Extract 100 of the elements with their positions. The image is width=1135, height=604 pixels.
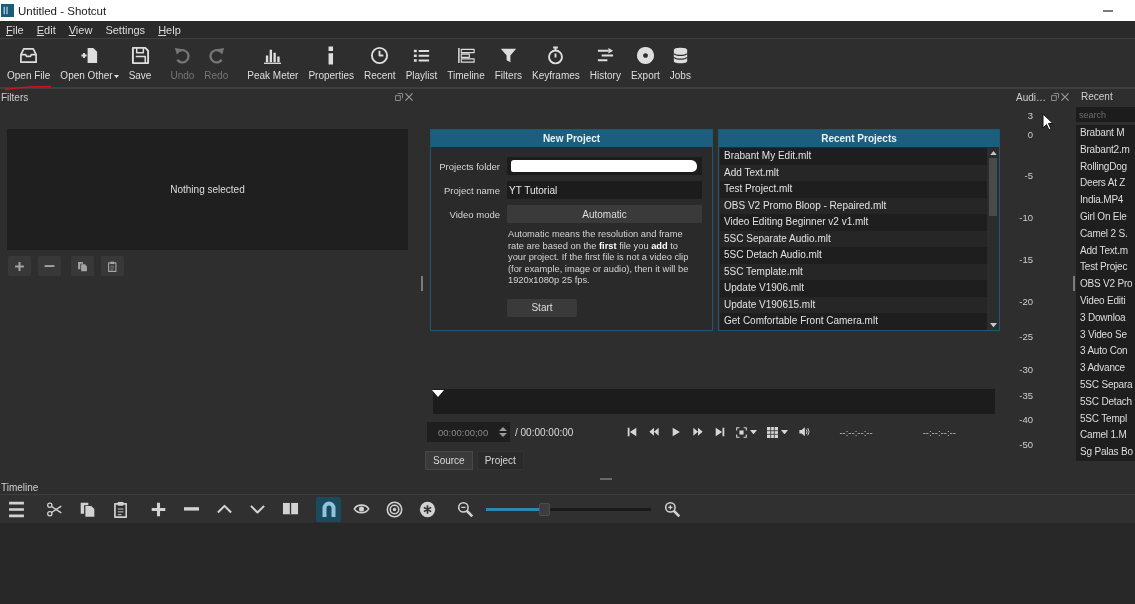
start-button[interactable]: Start bbox=[507, 298, 577, 317]
caret-icon bbox=[781, 429, 789, 435]
recent-list-item[interactable]: 5SC Detach bbox=[1076, 393, 1135, 411]
project-list-item[interactable]: 5SC Detach Audio.mlt bbox=[720, 247, 987, 264]
toolbar-button[interactable]: Open File bbox=[2, 43, 56, 83]
float-icon[interactable] bbox=[395, 93, 403, 101]
meter-scale-label: -15 bbox=[1019, 254, 1033, 266]
recent-list-item[interactable]: Test Projec bbox=[1076, 259, 1135, 277]
recent-list-item[interactable]: 3 Video Se bbox=[1076, 326, 1135, 344]
recent-list-item[interactable]: Camel 2 S. bbox=[1076, 225, 1135, 243]
cursor-icon bbox=[1042, 113, 1054, 131]
folder-field[interactable] bbox=[507, 157, 702, 175]
toolbar-button[interactable]: Save bbox=[123, 43, 157, 83]
menu-item[interactable]: File bbox=[1, 22, 29, 37]
recent-list-item[interactable]: RollingDog bbox=[1076, 158, 1135, 176]
toolbar-button[interactable]: Playlist bbox=[400, 43, 443, 83]
recent-list-item[interactable]: Camel 1.M bbox=[1076, 427, 1135, 445]
tray-icon bbox=[19, 45, 39, 65]
zoom-slider-thumb[interactable] bbox=[538, 502, 550, 516]
grid-icon bbox=[767, 426, 779, 438]
recent-list-item[interactable]: Add Text.m bbox=[1076, 242, 1135, 260]
project-list-item[interactable]: Brabant My Edit.mlt bbox=[720, 148, 987, 165]
menu-item[interactable]: View bbox=[63, 22, 98, 37]
recent-list-item[interactable]: 3 Advance bbox=[1076, 360, 1135, 377]
toolbar-button[interactable]: Open Other bbox=[55, 43, 124, 83]
toolbar-button[interactable]: Export bbox=[625, 43, 665, 83]
play-icon bbox=[672, 427, 681, 437]
project-list-item[interactable]: Get Comfortable Front Camera.mlt bbox=[720, 313, 987, 330]
toolbar-button[interactable]: Timeline bbox=[442, 43, 490, 83]
meter-scale-label: -20 bbox=[1019, 296, 1033, 308]
asterisk-circle-icon bbox=[419, 500, 436, 518]
panel-title: Recent bbox=[1080, 90, 1114, 104]
project-list-item[interactable]: OBS V2 Promo Bloop - Repaired.mlt bbox=[720, 197, 987, 214]
stopwatch-icon bbox=[546, 45, 566, 65]
recent-list-item[interactable]: Brabant M bbox=[1076, 125, 1135, 142]
scrollbar-thumb[interactable] bbox=[989, 158, 997, 217]
clipboard-icon bbox=[108, 260, 117, 272]
project-list-item[interactable]: 5SC Separate Audio.mlt bbox=[720, 230, 987, 247]
toolbar-button[interactable]: Peak Meter bbox=[242, 43, 304, 83]
project-list-item[interactable]: Video Editing Beginner v2 v1.mlt bbox=[720, 214, 987, 231]
scroll-down-icon[interactable] bbox=[989, 322, 997, 327]
remove-button[interactable] bbox=[38, 256, 61, 276]
paste-button[interactable] bbox=[101, 256, 124, 276]
toolbar-button[interactable]: Recent bbox=[358, 43, 401, 83]
scrollbar[interactable] bbox=[987, 148, 999, 330]
recent-list-item[interactable]: OBS V2 Pro bbox=[1076, 276, 1135, 293]
toolbar-button[interactable]: History bbox=[584, 43, 626, 83]
add-button[interactable] bbox=[8, 256, 31, 276]
float-icon[interactable] bbox=[1051, 93, 1059, 101]
menu-item[interactable]: Edit bbox=[31, 22, 61, 37]
splitter-handle[interactable] bbox=[421, 275, 423, 291]
recent-list-item[interactable]: 3 Downloa bbox=[1076, 309, 1135, 327]
project-list-item[interactable]: Add Text.mlt bbox=[720, 164, 987, 181]
recent-list-item[interactable]: Brabant2.m bbox=[1076, 141, 1135, 159]
recent-list-item[interactable]: 5SC Templ bbox=[1076, 410, 1135, 428]
menu-item[interactable]: Help bbox=[153, 22, 186, 37]
skip-start-icon bbox=[627, 427, 638, 437]
fast-forward-icon bbox=[693, 427, 704, 437]
split-icon bbox=[282, 502, 299, 516]
recent-list-item[interactable]: 3 Auto Con bbox=[1076, 343, 1135, 361]
field-label: Project name bbox=[443, 184, 500, 196]
toolbar-button[interactable]: Jobs bbox=[664, 43, 696, 83]
description-text: Automatic means the resolution and frame rate are based on the first file you add to your project. If the first file is not a video clip (for example, image or audio), then it will be 1920x1080p 25 fps. bbox=[507, 229, 690, 287]
search-field[interactable]: search bbox=[1076, 107, 1135, 122]
recent-list-item[interactable]: Video Editi bbox=[1076, 292, 1135, 310]
eye-icon bbox=[353, 503, 370, 515]
recent-list-item[interactable]: Sg Palas Bo bbox=[1076, 444, 1135, 461]
toolbar-button[interactable]: Filters bbox=[489, 43, 527, 83]
clock-icon bbox=[370, 45, 390, 65]
recent-list-item[interactable]: Deers At Z bbox=[1076, 175, 1135, 193]
project-list-item[interactable]: Test Project.mlt bbox=[720, 181, 987, 198]
duration-text: / 00:00:00:00 bbox=[515, 426, 574, 438]
project-list-item[interactable]: Update V1906.mlt bbox=[720, 280, 987, 297]
toolbar-button[interactable]: Keyframes bbox=[527, 43, 585, 83]
project-name-field[interactable]: YT Tutorial bbox=[507, 181, 702, 199]
recent-list-item[interactable]: Girl On Ele bbox=[1076, 209, 1135, 226]
timecode-field[interactable]: 00:00:00;00 bbox=[427, 422, 510, 442]
splitter-handle[interactable] bbox=[1072, 275, 1075, 291]
timeline-tool-button[interactable] bbox=[316, 496, 341, 522]
recent-list-item[interactable]: India.MP4 bbox=[1076, 192, 1135, 209]
close-icon[interactable] bbox=[1061, 93, 1069, 101]
copy-icon bbox=[77, 260, 88, 272]
video-mode-button[interactable]: Automatic bbox=[507, 205, 702, 223]
timeline-icon bbox=[456, 45, 476, 65]
splitter-handle[interactable] bbox=[600, 478, 612, 480]
scroll-up-icon[interactable] bbox=[989, 151, 997, 156]
player-tab[interactable]: Source bbox=[425, 451, 473, 470]
spin-arrows-icon[interactable] bbox=[499, 427, 507, 437]
project-list-item[interactable]: 5SC Template.mlt bbox=[720, 263, 987, 280]
toolbar-button[interactable]: Properties bbox=[303, 43, 359, 83]
close-icon[interactable] bbox=[405, 93, 413, 101]
project-list-item[interactable]: Update V190615.mlt bbox=[720, 296, 987, 313]
menu-item[interactable]: Settings bbox=[100, 22, 151, 37]
redo-icon bbox=[206, 45, 226, 65]
player-tab[interactable]: Project bbox=[476, 451, 524, 470]
copy-button[interactable] bbox=[71, 256, 94, 276]
recent-list-item[interactable]: 5SC Separa bbox=[1076, 376, 1135, 394]
zoom-out-icon bbox=[457, 500, 474, 518]
playhead-icon[interactable] bbox=[432, 390, 444, 397]
panel-title: Timeline bbox=[0, 481, 40, 494]
